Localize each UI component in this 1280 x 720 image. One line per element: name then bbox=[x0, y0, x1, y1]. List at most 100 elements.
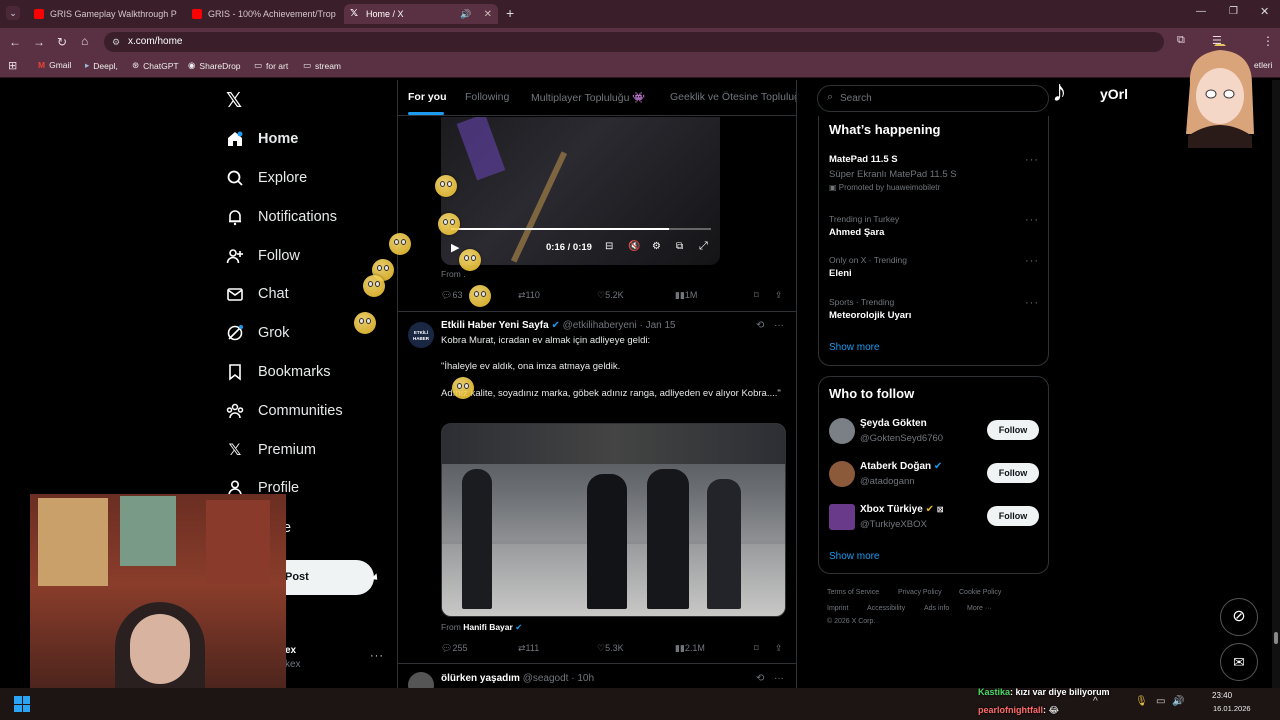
trend-more-icon[interactable]: ··· bbox=[1025, 214, 1039, 226]
fullscreen-icon[interactable]: ⤢ bbox=[699, 240, 708, 253]
video-progress-track[interactable] bbox=[451, 228, 711, 230]
captions-icon[interactable]: ⊟ bbox=[605, 241, 613, 252]
follow-button[interactable]: Follow bbox=[987, 506, 1039, 526]
author-handle[interactable]: @etkilihaberyeni bbox=[563, 320, 637, 331]
nav-notifications[interactable]: Notifications bbox=[226, 202, 337, 232]
footer-link[interactable]: Accessibility bbox=[867, 605, 905, 612]
browser-tab[interactable]: GRIS Gameplay Walkthrough P ✕ bbox=[28, 4, 178, 24]
site-info-icon[interactable]: ⚙ bbox=[112, 32, 120, 52]
suggested-user-name[interactable]: Xbox Türkiye ✔ ⊠ bbox=[860, 504, 943, 515]
account-menu-icon[interactable]: ··· bbox=[370, 650, 384, 662]
suggested-user-handle[interactable]: @GoktenSeyd6760 bbox=[860, 433, 943, 444]
messages-float-button[interactable]: ✉ bbox=[1220, 643, 1258, 681]
search-input[interactable]: ⌕ Search bbox=[817, 85, 1049, 112]
footer-link[interactable]: Imprint bbox=[827, 605, 848, 612]
close-window-icon[interactable]: ✕ bbox=[1260, 5, 1269, 18]
like-button[interactable]: ♡ 5.2K bbox=[597, 290, 624, 301]
nav-bookmarks[interactable]: Bookmarks bbox=[226, 357, 331, 387]
restore-icon[interactable]: ❐ bbox=[1229, 6, 1238, 17]
new-tab-icon[interactable]: + bbox=[506, 5, 514, 21]
tab-following[interactable]: Following bbox=[465, 91, 509, 103]
footer-link[interactable]: More ··· bbox=[967, 605, 992, 612]
minimize-icon[interactable]: — bbox=[1196, 6, 1206, 17]
follow-button[interactable]: Follow bbox=[987, 463, 1039, 483]
views-stat[interactable]: ▮▮ 2.1M bbox=[675, 643, 705, 654]
forward-icon[interactable]: → bbox=[33, 35, 45, 49]
avatar[interactable] bbox=[829, 418, 855, 444]
nav-explore[interactable]: Explore bbox=[226, 163, 307, 193]
show-more-link[interactable]: Show more bbox=[829, 342, 880, 353]
reply-button[interactable]: 💬︎ 63 bbox=[441, 290, 462, 301]
tweet-date[interactable]: · 10h bbox=[571, 673, 594, 684]
follow-button[interactable]: Follow bbox=[987, 420, 1039, 440]
more-options-icon[interactable]: ··· bbox=[774, 320, 784, 331]
show-more-link[interactable]: Show more bbox=[829, 551, 880, 562]
bookmark-button[interactable]: ⌑ bbox=[754, 290, 759, 301]
source-author-link[interactable]: Hanifi Bayar bbox=[463, 622, 513, 632]
tab-for-you[interactable]: For you bbox=[408, 91, 447, 103]
nav-premium[interactable]: 𝕏 Premium bbox=[226, 435, 316, 465]
footer-link[interactable]: Terms of Service bbox=[827, 589, 879, 596]
reply-button[interactable]: 💬︎ 255 bbox=[441, 643, 467, 654]
speaker-icon[interactable]: 🔊 bbox=[460, 9, 471, 20]
bookmark-chatgpt[interactable]: ⊛ ChatGPT bbox=[132, 60, 179, 71]
suggested-user-name[interactable]: Ataberk Doğan ✔ bbox=[860, 461, 942, 472]
play-icon[interactable]: ▶ bbox=[451, 241, 459, 254]
start-button[interactable] bbox=[14, 696, 30, 712]
suggested-user-handle[interactable]: @TurkiyeXBOX bbox=[860, 519, 927, 530]
reload-icon[interactable]: ↻ bbox=[57, 35, 67, 49]
footer-link[interactable]: Cookie Policy bbox=[959, 589, 1001, 596]
author-name[interactable]: Etkili Haber Yeni Sayfa bbox=[441, 320, 549, 331]
like-button[interactable]: ♡ 5.3K bbox=[597, 643, 624, 654]
tab-multiplayer-community[interactable]: Multiplayer Topluluğu 👾 bbox=[531, 91, 645, 104]
avatar[interactable] bbox=[408, 672, 434, 688]
trend-item[interactable]: Only on X · Trending Eleni ··· bbox=[829, 255, 1039, 279]
tweet-photo[interactable] bbox=[441, 423, 786, 617]
tab-search-button[interactable]: ⌄ bbox=[6, 6, 20, 20]
author-name[interactable]: ölürken yaşadım bbox=[441, 673, 520, 684]
back-icon[interactable]: ← bbox=[9, 35, 21, 49]
avatar[interactable]: ETKİLİ HABER bbox=[408, 322, 434, 348]
trend-more-icon[interactable]: ··· bbox=[1025, 297, 1039, 309]
pip-icon[interactable]: ⧉ bbox=[676, 241, 683, 252]
nav-grok[interactable]: Grok bbox=[226, 318, 289, 348]
clock-date[interactable]: 16.01.2026 bbox=[1213, 704, 1251, 713]
tray-expand-icon[interactable]: ^ bbox=[1093, 696, 1098, 707]
views-stat[interactable]: ▮▮ 1M bbox=[675, 290, 697, 301]
microphone-icon[interactable]: 🎙 bbox=[1135, 696, 1148, 707]
x-logo-icon[interactable]: 𝕏 bbox=[226, 88, 242, 113]
volume-icon[interactable]: 🔊 bbox=[1172, 696, 1184, 707]
nav-communities[interactable]: Communities bbox=[226, 396, 343, 426]
clock-time[interactable]: 23:40 bbox=[1212, 691, 1232, 700]
nav-home[interactable]: Home bbox=[226, 124, 298, 154]
bookmark-button[interactable]: ⌑ bbox=[754, 643, 759, 654]
trend-item[interactable]: MatePad 11.5 S Süper Ekranlı MatePad 11.… bbox=[829, 154, 1039, 192]
settings-icon[interactable]: ⚙ bbox=[652, 241, 661, 252]
avatar[interactable] bbox=[829, 504, 855, 530]
mute-icon[interactable]: 🔇 bbox=[628, 241, 640, 252]
more-options-icon[interactable]: ··· bbox=[774, 673, 784, 684]
tab-geeklik-community[interactable]: Geeklik ve Ötesine Topluluğ bbox=[670, 91, 796, 103]
trend-item[interactable]: Sports · Trending Meteorolojik Uyarı ··· bbox=[829, 297, 1039, 321]
grok-explain-icon[interactable]: ⟲ bbox=[756, 673, 764, 684]
nav-chat[interactable]: Chat bbox=[226, 279, 289, 309]
grok-explain-icon[interactable]: ⟲ bbox=[756, 320, 764, 331]
bookmark-folder-for-art[interactable]: ▭ for art bbox=[254, 60, 288, 71]
network-icon[interactable]: ▭ bbox=[1156, 696, 1165, 707]
author-handle[interactable]: @seagodt bbox=[523, 673, 569, 684]
video-player[interactable]: ▶ 0:16 / 0:19 ⊟ 🔇 ⚙ ⧉ ⤢ bbox=[441, 117, 720, 265]
suggested-user-name[interactable]: Şeyda Gökten bbox=[860, 418, 927, 429]
scrollbar-thumb[interactable] bbox=[1274, 632, 1278, 644]
repost-button[interactable]: ⇄ 111 bbox=[518, 643, 539, 654]
footer-link[interactable]: Ads info bbox=[924, 605, 949, 612]
tweet-date[interactable]: · Jan 15 bbox=[639, 320, 675, 331]
avatar[interactable] bbox=[829, 461, 855, 487]
apps-icon[interactable]: ⊞ bbox=[8, 59, 17, 72]
bookmark-sharedrop[interactable]: ◉ ShareDrop bbox=[188, 60, 241, 71]
grok-float-button[interactable]: ⊘ bbox=[1220, 598, 1258, 636]
trend-more-icon[interactable]: ··· bbox=[1025, 255, 1039, 267]
bookmark-gmail[interactable]: M Gmail bbox=[38, 60, 71, 70]
address-bar[interactable]: ⚙ x.com/home bbox=[104, 32, 1164, 52]
share-button[interactable]: ⇪ bbox=[775, 290, 783, 301]
browser-tab-active[interactable]: 𝕏 Home / X 🔊 ✕ bbox=[344, 4, 498, 24]
